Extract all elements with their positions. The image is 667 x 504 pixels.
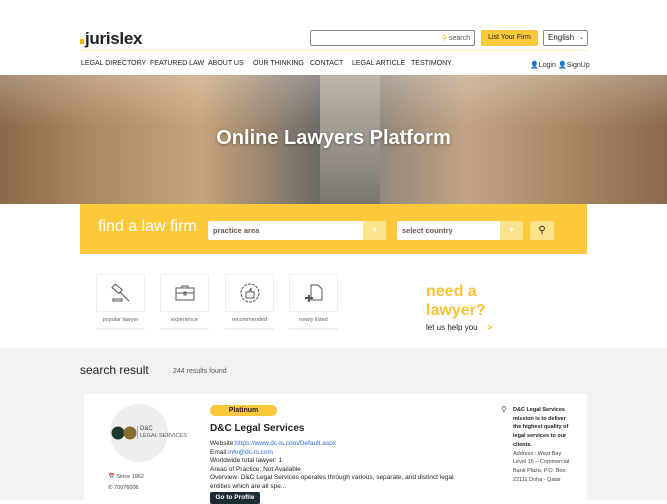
location-pin-icon: ⚲ — [501, 405, 507, 414]
chevron-down-icon: ▼ — [500, 221, 523, 240]
nav-our-thinking[interactable]: OUR THINKING — [253, 60, 304, 67]
find-law-firm-bar: find a law firm practice area ▼ select co… — [80, 204, 587, 254]
hero-banner: Online Lawyers Platform — [0, 75, 667, 204]
search-input[interactable]: ⚲ search — [310, 30, 475, 46]
tier-badge: Platinum — [210, 405, 277, 416]
chevron-down-icon: ▼ — [363, 221, 386, 240]
chevron-right-icon: > — [487, 323, 493, 332]
practice-area-value: practice area — [213, 226, 260, 235]
nav-about-us[interactable]: ABOUT US — [208, 60, 244, 67]
firm-info: Website:https://www.dc-ls.com/Default.as… — [210, 440, 460, 492]
firm-address: D&C Legal Services mission is to deliver… — [513, 406, 575, 484]
user-icon: 👤 — [558, 62, 567, 69]
language-select[interactable]: English ⌄ — [543, 30, 588, 46]
address: Address : West Bay Level 15 – Commercial… — [513, 450, 570, 483]
gavel-icon — [110, 283, 129, 302]
nav-featured-law[interactable]: FEATURED LAW — [150, 60, 204, 67]
divider — [80, 50, 588, 51]
signup-label: SignUp — [566, 62, 590, 69]
logo-sub: LEGAL SERVICES — [140, 433, 187, 439]
help-label: let us help you — [426, 323, 478, 332]
help-link[interactable]: let us help you > — [426, 323, 492, 332]
website-label: Website: — [210, 440, 236, 447]
nav-legal-article[interactable]: LEGAL ARTICLE — [352, 60, 405, 67]
search-button[interactable]: ⚲ — [530, 221, 554, 240]
hero-title: Online Lawyers Platform — [216, 127, 451, 149]
need-line1: need a — [426, 283, 477, 300]
since-row: 📅 Since 1962 — [108, 474, 144, 480]
email-label: Email: — [210, 448, 229, 456]
category-popular-lawyer[interactable]: popular lawyer — [96, 274, 145, 330]
find-title: find a law firm — [98, 218, 197, 235]
logo-text: D&C — [140, 426, 153, 432]
nav-legal-directory[interactable]: LEGAL DIRECTORY — [81, 60, 146, 67]
chevron-down-icon: ⌄ — [578, 35, 584, 41]
category-label: popular lawyer — [102, 317, 139, 323]
category-label: experience — [171, 317, 198, 323]
lawyer-count: Worldwide total lawyer: 1 — [210, 457, 283, 465]
language-value: English — [548, 33, 575, 42]
website-link[interactable]: https://www.dc-ls.com/Default.aspx — [235, 440, 336, 447]
nav-contact[interactable]: CONTACT — [310, 60, 343, 67]
overview: Overview: D&C Legal Services operates th… — [210, 474, 454, 490]
category-experience[interactable]: experience — [160, 274, 209, 330]
category-label: newly listed — [299, 317, 328, 323]
practice-area-select[interactable]: practice area ▼ — [208, 221, 386, 240]
country-value: select country — [402, 226, 453, 235]
country-select[interactable]: select country ▼ — [397, 221, 523, 240]
search-icon: ⚲ — [441, 35, 448, 42]
signup-link[interactable]: 👤SignUp — [558, 61, 590, 69]
user-icon: 👤 — [530, 62, 539, 69]
thumbs-up-badge-icon — [240, 283, 259, 303]
need-line2: lawyer? — [426, 302, 486, 319]
logo[interactable]: jurislex — [80, 29, 142, 49]
firm-logo-text: D&C LEGAL SERVICES — [137, 426, 187, 439]
category-newly-listed[interactable]: newly listed — [289, 274, 338, 330]
category-recommended[interactable]: recommended — [225, 274, 274, 330]
search-icon: ⚲ — [538, 225, 546, 236]
nav-testimony[interactable]: TESTIMONY — [411, 60, 452, 67]
phone-row: ✆ 70076006 — [108, 485, 139, 491]
email-link[interactable]: info@dc-ls.com — [228, 449, 273, 456]
category-label: recommended — [231, 317, 268, 323]
results-count: 244 results found — [173, 368, 227, 375]
areas-of-practice: Areas of Practice: Not Available — [210, 465, 301, 473]
search-placeholder: search — [448, 35, 470, 42]
results-title: search result — [80, 363, 149, 377]
need-lawyer-heading: need a lawyer? — [426, 282, 486, 320]
list-firm-button[interactable]: List Your Firm — [481, 30, 538, 46]
phone-icon: ✆ — [108, 485, 113, 491]
phone-text: 70076006 — [114, 485, 139, 491]
go-to-profile-button[interactable]: Go to Profile — [210, 492, 260, 504]
calendar-icon: 📅 — [108, 474, 115, 480]
since-text: Since 1962 — [116, 474, 144, 480]
briefcase-icon — [175, 285, 194, 301]
new-document-icon — [304, 284, 322, 302]
login-label: Login — [538, 62, 556, 69]
login-link[interactable]: 👤Login — [530, 61, 556, 69]
firm-name[interactable]: D&C Legal Services — [210, 423, 305, 434]
mission: D&C Legal Services mission is to deliver… — [513, 407, 569, 448]
logo-text: jurislex — [85, 29, 143, 48]
